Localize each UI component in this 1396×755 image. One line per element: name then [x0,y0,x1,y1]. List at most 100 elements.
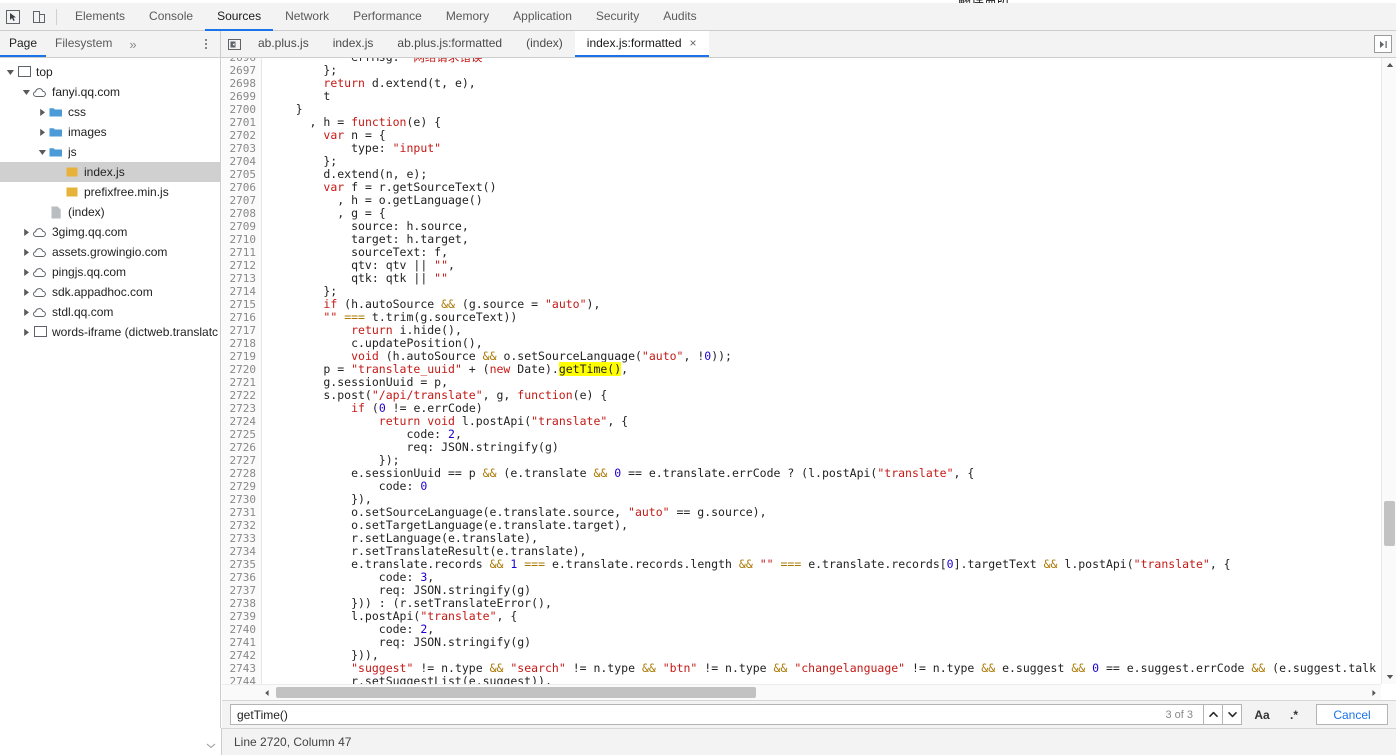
line-number[interactable]: 2697 [222,64,257,77]
search-input[interactable] [235,705,1160,724]
inspect-cursor-icon[interactable] [0,4,26,30]
code-line[interactable]: 2713 qtk: qtk || "" [222,272,1381,286]
code-line[interactable]: 2703 type: "input" [222,142,1381,156]
tree-item-prefixfree-min-js[interactable]: prefixfree.min.js [0,182,220,202]
line-number[interactable]: 2707 [222,194,257,207]
chevron-down-icon[interactable] [36,142,48,162]
line-number[interactable]: 2717 [222,324,257,337]
line-number[interactable]: 2742 [222,649,257,662]
editor-tab-index-js[interactable]: index.js [321,31,386,57]
line-number[interactable]: 2730 [222,493,257,506]
line-number[interactable]: 2734 [222,545,257,558]
code-line[interactable]: 2699 t [222,90,1381,104]
line-number[interactable]: 2731 [222,506,257,519]
navigator-more-tabs-icon[interactable]: » [121,31,144,57]
line-number[interactable]: 2718 [222,337,257,350]
line-number[interactable]: 2714 [222,285,257,298]
line-number[interactable]: 2710 [222,233,257,246]
tree-item-pingjs-qq-com[interactable]: pingjs.qq.com [0,262,220,282]
tab-network[interactable]: Network [273,3,341,31]
tabs-overflow-icon[interactable] [222,31,246,57]
line-number[interactable]: 2704 [222,155,257,168]
line-number[interactable]: 2700 [222,103,257,116]
line-number[interactable]: 2716 [222,311,257,324]
tab-console[interactable]: Console [137,3,205,31]
scroll-left-arrow-icon[interactable] [260,685,274,700]
nav-tab-filesystem[interactable]: Filesystem [46,31,121,57]
scroll-thumb[interactable] [276,687,756,698]
tab-memory[interactable]: Memory [434,3,501,31]
line-number[interactable]: 2722 [222,389,257,402]
line-number[interactable]: 2711 [222,246,257,259]
tab-security[interactable]: Security [584,3,651,31]
line-number[interactable]: 2735 [222,558,257,571]
tree-item-css[interactable]: css [0,102,220,122]
tree-item-fanyi-qq-com[interactable]: fanyi.qq.com [0,82,220,102]
show-drawer-icon[interactable] [1374,35,1392,53]
tree-item-words-iframe-dictweb-translatc[interactable]: words-iframe (dictweb.translatc [0,322,220,342]
regex-toggle[interactable]: .* [1282,704,1306,725]
line-number[interactable]: 2733 [222,532,257,545]
line-number[interactable]: 2728 [222,467,257,480]
tree-item-images[interactable]: images [0,122,220,142]
scroll-up-arrow-icon[interactable] [1382,58,1396,72]
tab-elements[interactable]: Elements [63,3,137,31]
line-number[interactable]: 2721 [222,376,257,389]
line-number[interactable]: 2726 [222,441,257,454]
line-number[interactable]: 2729 [222,480,257,493]
line-number[interactable]: 2709 [222,220,257,233]
code-line[interactable]: 2729 code: 0 [222,480,1381,494]
nav-tab-page[interactable]: Page [0,31,47,57]
line-number[interactable]: 2737 [222,584,257,597]
scroll-down-arrow-icon[interactable] [1382,670,1396,684]
code-line[interactable]: 2744 r.setSuggestList(e.suggest)), [222,675,1381,685]
line-number[interactable]: 2706 [222,181,257,194]
line-number[interactable]: 2698 [222,77,257,90]
code-line[interactable]: 2698 return d.extend(t, e), [222,77,1381,91]
more-options-icon[interactable] [198,35,214,53]
tab-sources[interactable]: Sources [205,3,274,31]
device-toolbar-icon[interactable] [26,4,52,30]
tree-item-sdk-appadhoc-com[interactable]: sdk.appadhoc.com [0,282,220,302]
chevron-right-icon[interactable] [20,282,32,302]
tree-item-top[interactable]: top [0,62,220,82]
search-prev-button[interactable] [1203,704,1223,725]
tree-item-index-js[interactable]: index.js [0,162,220,182]
line-number[interactable]: 2736 [222,571,257,584]
line-number[interactable]: 2702 [222,129,257,142]
chevron-down-icon[interactable] [4,62,16,82]
line-number[interactable]: 2720 [222,363,257,376]
line-number[interactable]: 2719 [222,350,257,363]
editor-tab-index[interactable]: (index) [514,31,575,57]
line-number[interactable]: 2724 [222,415,257,428]
editor-tab-ab-plus-js-formatted[interactable]: ab.plus.js:formatted [385,31,514,57]
scroll-right-arrow-icon[interactable] [1367,685,1381,700]
chevron-right-icon[interactable] [20,322,32,342]
chevron-right-icon[interactable] [36,102,48,122]
line-number[interactable]: 2727 [222,454,257,467]
code-content[interactable]: 2696 errMsg: "网络请求错误"2697 };2698 return … [222,58,1381,684]
line-number[interactable]: 2739 [222,610,257,623]
line-number[interactable]: 2699 [222,90,257,103]
tab-audits[interactable]: Audits [651,3,708,31]
chevron-right-icon[interactable] [20,262,32,282]
close-icon[interactable]: × [690,37,697,49]
code-line[interactable]: 2701 , h = function(e) { [222,116,1381,130]
line-number[interactable]: 2743 [222,662,257,675]
source-code-editor[interactable]: 2696 errMsg: "网络请求错误"2697 };2698 return … [222,58,1396,700]
editor-vertical-scrollbar[interactable] [1381,58,1396,684]
editor-tab-ab-plus-js[interactable]: ab.plus.js [246,31,321,57]
line-number[interactable]: 2738 [222,597,257,610]
line-number[interactable]: 2744 [222,675,257,684]
resize-handle-icon[interactable] [206,737,218,749]
editor-horizontal-scrollbar[interactable] [222,684,1381,700]
line-number[interactable]: 2723 [222,402,257,415]
line-number[interactable]: 2725 [222,428,257,441]
tree-item-assets-growingio-com[interactable]: assets.growingio.com [0,242,220,262]
line-number[interactable]: 2703 [222,142,257,155]
line-number[interactable]: 2740 [222,623,257,636]
line-number[interactable]: 2715 [222,298,257,311]
line-number[interactable]: 2712 [222,259,257,272]
cancel-button[interactable]: Cancel [1316,704,1388,725]
tree-item-js[interactable]: js [0,142,220,162]
